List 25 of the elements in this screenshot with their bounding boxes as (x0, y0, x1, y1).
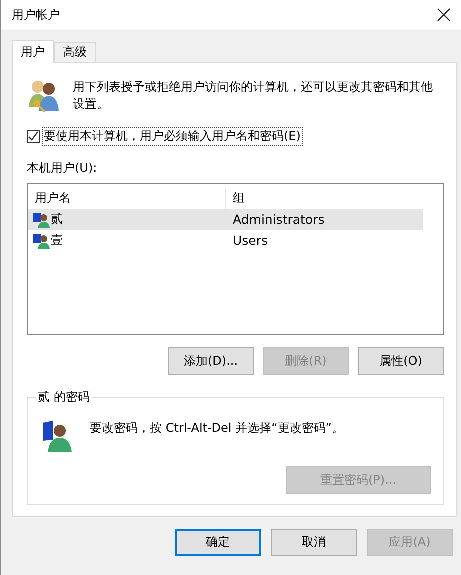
tab[interactable]: 高级 (54, 42, 96, 62)
user-action-button[interactable]: 添加(D)... (168, 347, 254, 375)
close-icon[interactable] (437, 8, 451, 22)
window-title: 用户帐户 (12, 6, 60, 24)
user-row[interactable]: 壹 Users (28, 230, 423, 251)
password-hint-text: 要改密码，按 Ctrl-Alt-Del 并选择“更改密码”。 (90, 420, 344, 437)
user-name: 贰 (51, 211, 63, 228)
description-text: 用下列表授予或拒绝用户访问你的计算机，还可以更改其密码和其他设置。 (73, 79, 434, 113)
user-icon (33, 212, 50, 228)
column-header[interactable]: 组 (226, 187, 252, 209)
checkmark-icon (28, 131, 39, 142)
user-computer-icon (42, 420, 74, 452)
checkbox[interactable] (27, 130, 40, 143)
password-group-title: 贰 的密码 (37, 389, 91, 406)
tab[interactable]: 用户 (12, 40, 54, 63)
user-group: Users (226, 233, 268, 248)
checkbox-label[interactable]: 要使用本计算机，用户必须输入用户名和密码(E) (42, 127, 303, 146)
user-action-button[interactable]: 属性(O) (358, 347, 444, 375)
local-users-label: 本机用户(U): (27, 160, 98, 177)
dialog-button[interactable]: 确定 (175, 529, 261, 556)
user-row[interactable]: 贰 Administrators (28, 209, 423, 230)
user-icon (33, 232, 50, 248)
user-name: 壹 (51, 232, 63, 249)
user-group: Administrators (226, 212, 325, 227)
dialog-button[interactable]: 取消 (271, 529, 357, 556)
